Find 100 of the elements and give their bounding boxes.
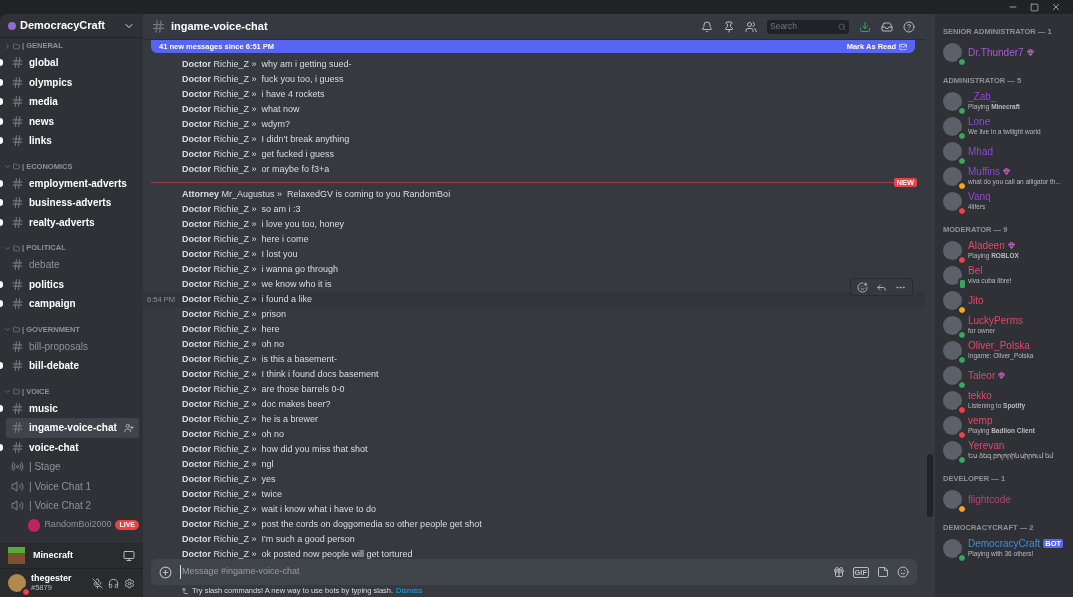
channel-item[interactable]: politics (6, 274, 139, 294)
channel-item[interactable]: news (6, 111, 139, 131)
channel-item[interactable]: bill-debate (6, 356, 139, 376)
chevron-down-icon (4, 388, 11, 395)
channel-item[interactable]: music (6, 398, 139, 418)
hash-icon (11, 297, 24, 311)
maximize-icon[interactable] (1030, 2, 1039, 12)
add-attachment-icon[interactable] (159, 565, 172, 579)
channel-item[interactable]: debate (6, 255, 139, 275)
invite-icon[interactable] (124, 422, 134, 433)
mic-off-icon[interactable] (92, 577, 103, 589)
message-text: Doctor Richie_Z » post the cords on doggomedia so other people get shot (182, 517, 482, 531)
avatar (943, 291, 962, 310)
chevron-down-icon (4, 326, 11, 333)
channel-item[interactable]: bill-proposals (6, 336, 139, 356)
avatar (943, 316, 962, 335)
notification-bell-icon[interactable] (701, 20, 713, 33)
message-text: Doctor Richie_Z » i love you too, honey (182, 217, 345, 231)
hash-icon (11, 421, 24, 435)
avatar (943, 539, 962, 558)
channel-item[interactable]: media (6, 92, 139, 112)
pin-icon[interactable] (723, 20, 735, 33)
grass-block-icon (8, 547, 25, 564)
message-text: Doctor Richie_Z » i have 4 rockets (182, 87, 325, 101)
category-icon (13, 388, 20, 395)
message-text: Doctor Richie_Z » i wanna go through (182, 262, 339, 276)
message-text: Doctor Richie_Z » what now (182, 102, 300, 116)
download-icon[interactable] (859, 20, 871, 33)
member-name: Mhad (968, 146, 993, 157)
chevron-down-icon (4, 244, 11, 252)
channel-item[interactable]: | Voice Chat 2 (6, 496, 139, 516)
message-text: Doctor Richie_Z » doc makes beer? (182, 397, 331, 411)
message-placeholder: Message #ingame-voice-chat (180, 565, 825, 579)
avatar (943, 366, 962, 385)
channel-item[interactable]: business-adverts (6, 193, 139, 213)
member-name: Muffins (968, 166, 1001, 177)
member-item[interactable]: Taleor (943, 363, 1065, 388)
member-name: Oliver_Polska (968, 340, 1030, 351)
members-icon[interactable] (745, 20, 757, 33)
avatar (943, 441, 962, 460)
add-reaction-icon[interactable] (857, 281, 868, 293)
member-name: LuckyPerms (968, 315, 1023, 326)
avatar (943, 266, 962, 285)
message-text: Doctor Richie_Z » fuck you too, i guess (182, 72, 344, 86)
channel-item[interactable]: | Voice Chat 1 (6, 476, 139, 496)
message-text: Doctor Richie_Z » I'm such a good person (182, 532, 355, 546)
member-name: Taleor (968, 370, 996, 381)
member-name: Yerevan (968, 440, 1005, 451)
scrollbar-thumb[interactable] (927, 454, 933, 517)
channel-item[interactable]: olympics (6, 72, 139, 92)
channel-item[interactable]: links (6, 131, 139, 151)
avatar (943, 241, 962, 260)
search-field[interactable]: Search (767, 19, 849, 34)
message-text: Doctor Richie_Z » why am i getting sued- (182, 57, 352, 71)
avatar (28, 518, 41, 532)
close-icon[interactable] (1051, 2, 1061, 12)
message-text: Doctor Richie_Z » here i come (182, 232, 309, 246)
settings-icon[interactable] (124, 577, 135, 589)
member-name: _Zab_ (968, 91, 997, 102)
hash-icon (11, 277, 24, 291)
message-text: Doctor Richie_Z » I didn't break anything (182, 132, 350, 146)
headphones-icon[interactable] (108, 577, 119, 589)
message-text: Doctor Richie_Z » here (182, 322, 280, 336)
avatar (943, 341, 962, 360)
message-text: Doctor Richie_Z » I lost you (182, 247, 298, 261)
channel-item[interactable]: ingame-voice-chat (6, 418, 139, 438)
emoji-icon[interactable] (897, 566, 909, 578)
stage-icon (11, 460, 24, 474)
channel-item[interactable]: realty-adverts (6, 212, 139, 232)
channel-item[interactable]: employment-adverts (6, 173, 139, 193)
sticker-icon[interactable] (877, 566, 889, 578)
avatar (943, 43, 962, 62)
message-text: Attorney Mr_Augustus » RelaxedGV is coming to you RandomBoi (182, 187, 451, 201)
avatar (943, 92, 962, 111)
hash-icon (11, 134, 24, 148)
category-icon (13, 244, 20, 252)
inbox-icon[interactable] (881, 20, 893, 33)
channel-item[interactable]: | Stage (6, 457, 139, 477)
message-text: Doctor Richie_Z » or maybe fo f3+a (182, 162, 330, 176)
screen-share-icon[interactable] (123, 549, 135, 562)
gift-icon[interactable] (832, 566, 845, 578)
hash-icon (11, 440, 24, 454)
hash-icon (11, 359, 24, 373)
hash-icon (11, 176, 24, 190)
category-icon (13, 326, 20, 333)
channel-item[interactable]: campaign (6, 294, 139, 314)
channel-item[interactable]: voice-chat (6, 437, 139, 457)
member-name: Vanq (968, 191, 991, 202)
member-name: DemocracyCraft (968, 538, 1041, 549)
help-icon[interactable] (903, 20, 915, 33)
message-text: Doctor Richie_Z » we know who it is (182, 277, 332, 291)
message-text: Doctor Richie_Z » I think i found docs basement (182, 367, 379, 381)
avatar (943, 167, 962, 186)
hash-icon (11, 56, 24, 70)
speaker-icon (11, 479, 24, 493)
message-text: Doctor Richie_Z » he is a brewer (182, 412, 319, 426)
message-text: Doctor Richie_Z » i found a like (182, 292, 313, 306)
avatar[interactable] (8, 574, 26, 592)
category-icon (13, 42, 20, 50)
channel-item[interactable]: global (6, 53, 139, 73)
